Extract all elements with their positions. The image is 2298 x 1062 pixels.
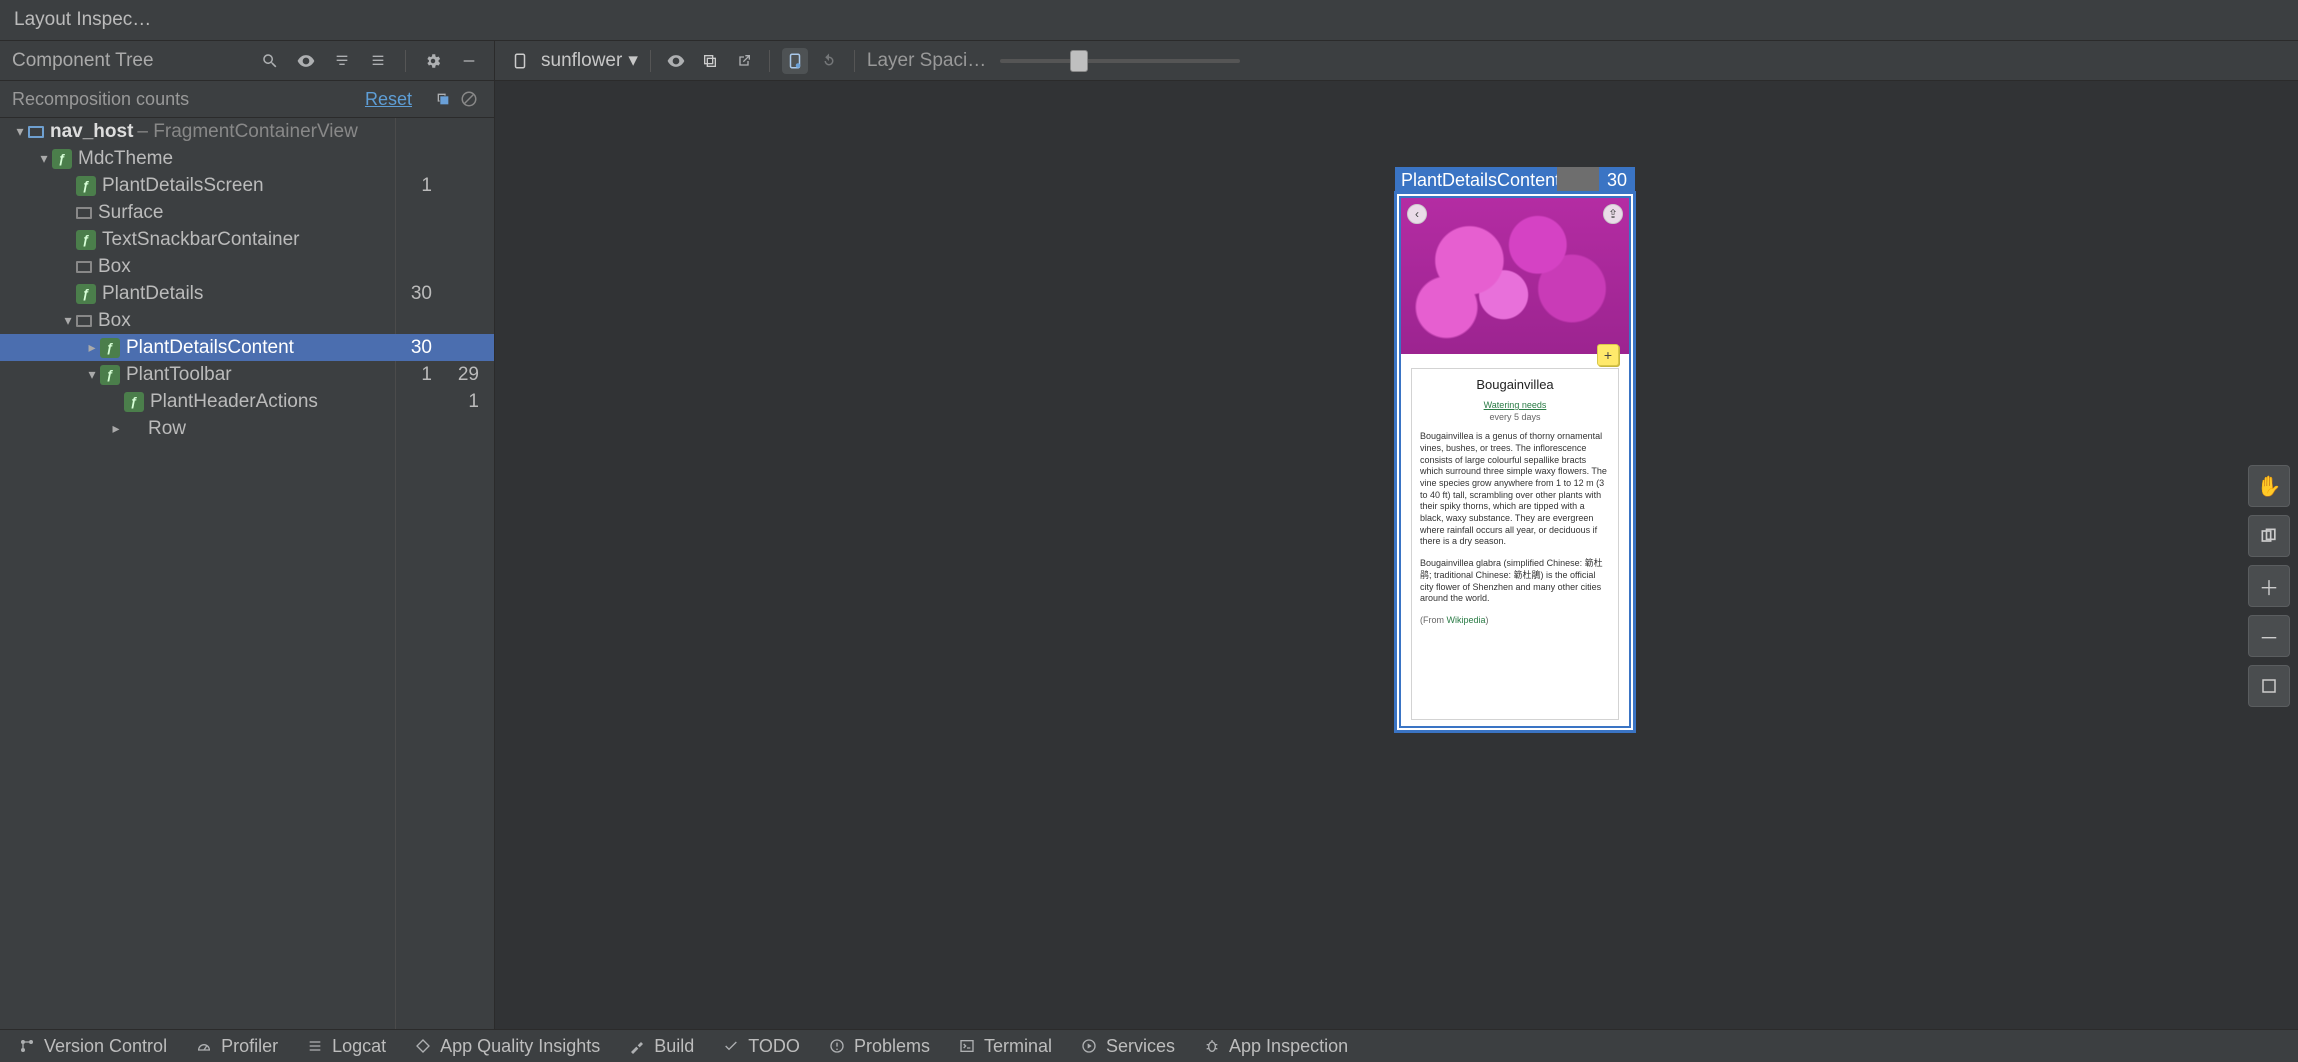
tree-row-Box2[interactable]: ▾Box [0,307,494,334]
layer-spacing-slider[interactable] [1000,59,1240,63]
layers-icon[interactable] [2248,515,2290,557]
collapse-icon[interactable] [329,48,355,74]
device-icon[interactable] [507,48,533,74]
wikipedia-link[interactable]: Wikipedia [1447,615,1486,625]
statusbar-profiler[interactable]: Profiler [195,1036,278,1057]
plant-card: Bougainvillea Watering needs every 5 day… [1411,368,1619,720]
plant-title: Bougainvillea [1420,377,1610,394]
live-icon[interactable] [663,48,689,74]
tree-row-MdcTheme[interactable]: ▾MdcTheme [0,145,494,172]
list-icon [306,1037,324,1055]
slider-thumb[interactable] [1070,50,1088,72]
statusbar-problems[interactable]: Problems [828,1036,930,1057]
reset-link[interactable]: Reset [365,89,412,110]
expand-icon[interactable] [365,48,391,74]
layer-spacing-label: Layer Spaci… [867,50,986,72]
bug-icon [1203,1037,1221,1055]
statusbar-app-quality[interactable]: App Quality Insights [414,1036,600,1057]
chevron-down-icon: ▾ [628,49,638,72]
device-frame[interactable]: ‹ ⇪ + Bougainvillea Watering needs every… [1395,192,1635,732]
device-name: sunflower [541,50,622,72]
tree-row-PlantHeaderActions[interactable]: ▸PlantHeaderActions1 [0,388,494,415]
fit-screen-icon[interactable] [2248,665,2290,707]
share-icon[interactable]: ⇪ [1603,204,1623,224]
tree-row-PlantDetailsScreen[interactable]: ▸PlantDetailsScreen1 [0,172,494,199]
selection-label: PlantDetailsContent [1395,167,1566,194]
minimize-icon[interactable] [456,48,482,74]
plant-description-1: Bougainvillea is a genus of thorny ornam… [1420,431,1610,548]
plant-image: ‹ ⇪ [1401,198,1629,354]
zoom-out-icon[interactable]: － [2248,615,2290,657]
branch-icon [18,1037,36,1055]
watering-needs-label: Watering needs [1420,400,1610,412]
search-icon[interactable] [257,48,283,74]
refresh-icon[interactable] [816,48,842,74]
selection-badge: 30 [1599,167,1635,194]
tree-row-PlantDetails[interactable]: ▸PlantDetails30 [0,280,494,307]
statusbar-app-inspection[interactable]: App Inspection [1203,1036,1348,1057]
status-bar: Version Control Profiler Logcat App Quality… [0,1029,2298,1062]
check-icon [722,1037,740,1055]
tree-row-PlantToolbar[interactable]: ▾PlantToolbar129 [0,361,494,388]
statusbar-services[interactable]: Services [1080,1036,1175,1057]
plant-source: (From Wikipedia) [1420,615,1610,627]
tree-row-PlantDetailsContent[interactable]: ▸PlantDetailsContent30 [0,334,494,361]
snapshot-icon[interactable] [697,48,723,74]
term-icon [958,1037,976,1055]
pan-tool-icon[interactable]: ✋ [2248,465,2290,507]
recomposition-counts-label: Recomposition counts [12,89,365,110]
statusbar-todo[interactable]: TODO [722,1036,800,1057]
component-tree-title: Component Tree [12,50,247,72]
gauge-icon [195,1037,213,1055]
device-select[interactable]: sunflower ▾ [541,49,638,72]
component-tree[interactable]: ▾nav_host – FragmentContainerView▾MdcThe… [0,118,494,442]
selection-gap [1557,167,1599,194]
back-icon[interactable]: ‹ [1407,204,1427,224]
statusbar-logcat[interactable]: Logcat [306,1036,386,1057]
tree-row-Surface[interactable]: ▸Surface [0,199,494,226]
play-icon [1080,1037,1098,1055]
statusbar-terminal[interactable]: Terminal [958,1036,1052,1057]
tree-row-Row[interactable]: ▸Row [0,415,494,442]
export-icon[interactable] [731,48,757,74]
watering-needs-value: every 5 days [1420,412,1610,424]
copy-icon[interactable] [430,86,456,112]
gear-icon[interactable] [420,48,446,74]
disable-icon[interactable] [456,86,482,112]
zoom-in-icon[interactable]: ＋ [2248,565,2290,607]
tree-row-TextSnackbarContainer[interactable]: ▸TextSnackbarContainer [0,226,494,253]
add-fab[interactable]: + [1597,344,1619,366]
statusbar-build[interactable]: Build [628,1036,694,1057]
component-tree-panel: Component Tree Recomposition counts Rese… [0,41,495,1029]
warn-icon [828,1037,846,1055]
tree-row-Box1[interactable]: ▸Box [0,253,494,280]
window-title: Layout Inspec… [14,9,151,31]
tree-row-nav_host[interactable]: ▾nav_host – FragmentContainerView [0,118,494,145]
hammer-icon [628,1037,646,1055]
diamond-icon [414,1037,432,1055]
device-frame-toggle-icon[interactable] [782,48,808,74]
plant-description-2: Bougainvillea glabra (simplified Chinese… [1420,558,1610,605]
statusbar-version-control[interactable]: Version Control [18,1036,167,1057]
visibility-icon[interactable] [293,48,319,74]
layout-canvas[interactable]: PlantDetailsContent 30 ‹ ⇪ + Bougainvill… [495,81,2298,1029]
